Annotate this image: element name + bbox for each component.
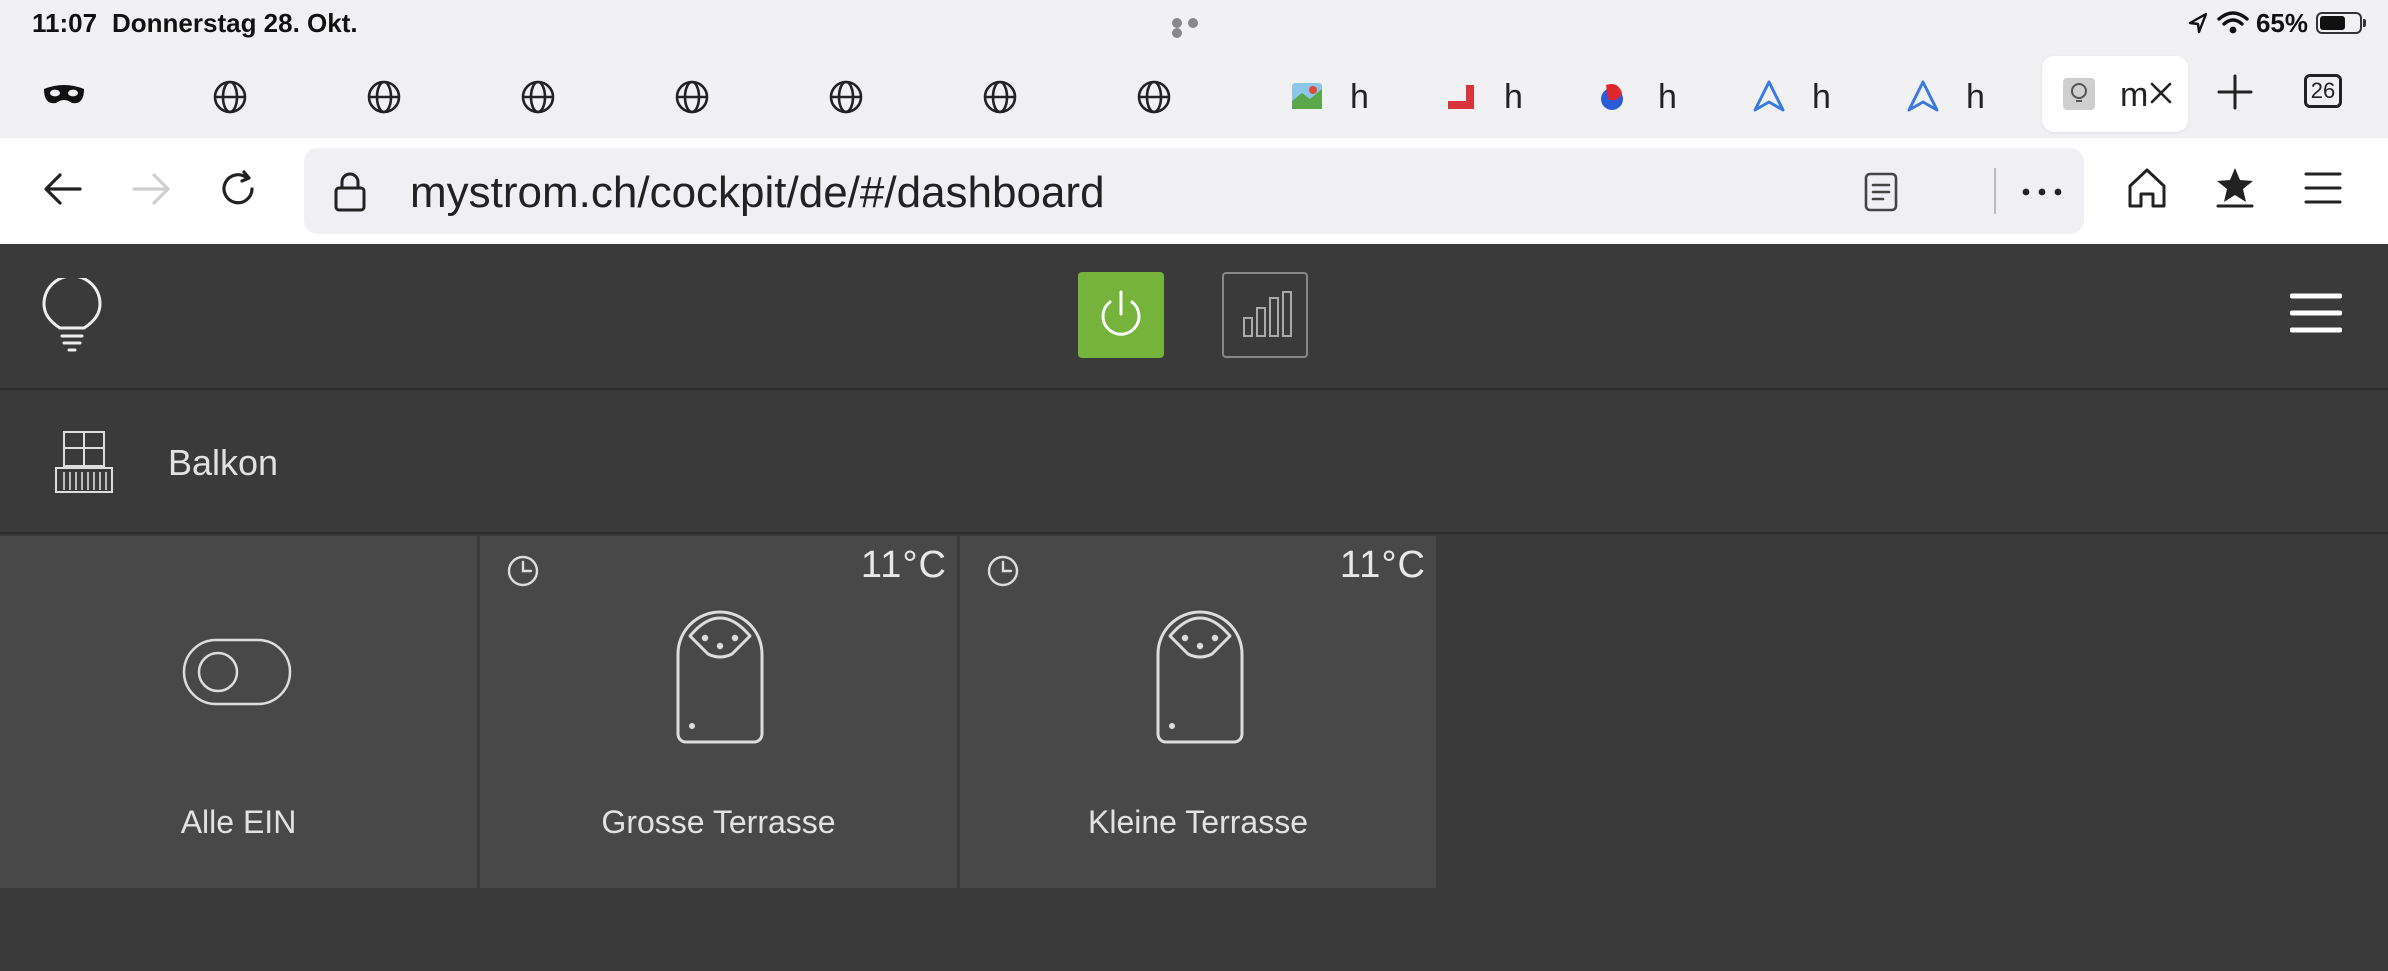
tab-globe[interactable] — [1136, 58, 1196, 130]
location-arrow-icon — [2188, 12, 2208, 34]
tab-active[interactable]: m — [2042, 56, 2188, 132]
bookmarks-star-icon[interactable] — [2214, 166, 2256, 210]
tab-count-button[interactable]: 26 — [2304, 74, 2342, 108]
tab-navigation[interactable]: h — [1906, 58, 2006, 130]
globe-icon — [213, 80, 247, 114]
device-temperature: 11°C — [1339, 544, 1426, 586]
navigation-arrow-icon — [1753, 80, 1785, 112]
home-icon[interactable] — [2126, 166, 2168, 210]
device-tile-alle-ein[interactable]: Alle EIN — [0, 536, 477, 888]
room-name: Balkon — [168, 442, 279, 483]
device-name: Alle EIN — [180, 804, 297, 840]
globe-icon — [675, 80, 709, 114]
tab-red[interactable]: h — [1444, 58, 1544, 130]
tab-label: h — [1658, 78, 1677, 116]
red-favicon-icon — [1448, 85, 1474, 109]
clock-icon[interactable] — [506, 554, 540, 588]
globe-icon — [829, 80, 863, 114]
tab-globe[interactable] — [520, 58, 580, 130]
tab-globe[interactable] — [674, 58, 734, 130]
tab-globe[interactable] — [982, 58, 1042, 130]
smart-plug-icon — [1156, 610, 1244, 744]
app-header — [0, 244, 2388, 390]
swiss-favicon-icon — [1601, 84, 1623, 110]
tab-label: h — [1350, 78, 1369, 116]
url-field[interactable]: mystrom.ch/cockpit/de/#/dashboard — [304, 148, 2084, 234]
map-favicon-icon — [1292, 83, 1322, 109]
device-tile-grosse-terrasse[interactable]: 11°C Grosse Terrasse — [480, 536, 957, 888]
browser-toolbar: mystrom.ch/cockpit/de/#/dashboard — [0, 138, 2388, 244]
url-text[interactable]: mystrom.ch/cockpit/de/#/dashboard — [410, 168, 1105, 218]
battery-percent: 65% — [2255, 8, 2308, 38]
device-name: Grosse Terrasse — [601, 804, 836, 840]
globe-icon — [1137, 80, 1171, 114]
browser-menu-icon[interactable] — [2304, 170, 2342, 206]
bar-chart-icon — [1243, 291, 1292, 337]
balcony-icon — [55, 431, 113, 493]
globe-icon — [521, 80, 555, 114]
hamburger-menu-icon[interactable] — [2290, 292, 2342, 334]
tab-globe[interactable] — [828, 58, 888, 130]
power-icon — [1101, 290, 1141, 336]
wifi-icon — [2217, 11, 2249, 34]
tab-label: h — [1812, 78, 1831, 116]
navigation-arrow-icon — [1907, 80, 1939, 112]
tab-label: m — [2120, 76, 2149, 114]
toggle-switch-icon[interactable] — [182, 636, 292, 708]
statistics-tab-button[interactable] — [1222, 272, 1308, 358]
multitasking-dots-icon[interactable] — [1172, 18, 1218, 38]
tab-map[interactable]: h — [1290, 58, 1390, 130]
more-options-icon[interactable] — [2020, 186, 2064, 198]
status-bar: 11:07 Donnerstag 28. Okt. 65% — [0, 0, 2388, 50]
reader-mode-icon[interactable] — [1864, 172, 1898, 212]
device-name: Kleine Terrasse — [1088, 804, 1308, 840]
device-tile-kleine-terrasse[interactable]: 11°C Kleine Terrasse — [960, 536, 1436, 888]
reload-icon[interactable] — [218, 168, 260, 210]
clock-icon[interactable] — [986, 554, 1020, 588]
power-tab-button[interactable] — [1078, 272, 1164, 358]
new-tab-icon[interactable] — [2216, 73, 2254, 111]
tab-swiss[interactable]: h — [1598, 58, 1698, 130]
tab-label: h — [1504, 78, 1523, 116]
private-mask-icon — [44, 85, 84, 104]
lock-icon[interactable] — [332, 170, 368, 214]
globe-icon — [367, 80, 401, 114]
tab-strip: h h h h h m 26 — [0, 50, 2388, 138]
tab-label: h — [1966, 78, 1985, 116]
bulb-favicon-icon — [2063, 78, 2095, 110]
status-time: 11:07 — [32, 8, 98, 38]
tab-globe[interactable] — [366, 58, 426, 130]
forward-arrow-icon[interactable] — [130, 168, 172, 210]
room-header: Balkon — [0, 390, 2388, 534]
close-tab-icon[interactable] — [2148, 80, 2174, 106]
tab-private[interactable] — [38, 58, 118, 130]
globe-icon — [983, 80, 1017, 114]
back-arrow-icon[interactable] — [42, 168, 84, 210]
smart-plug-icon — [676, 610, 764, 744]
tab-navigation[interactable]: h — [1752, 58, 1852, 130]
url-divider — [1994, 168, 1996, 214]
tab-globe[interactable] — [212, 58, 272, 130]
device-temperature: 11°C — [860, 544, 947, 586]
status-date: Donnerstag 28. Okt. — [112, 8, 358, 38]
battery-icon — [2316, 12, 2366, 34]
lightbulb-logo-icon[interactable] — [40, 278, 104, 354]
